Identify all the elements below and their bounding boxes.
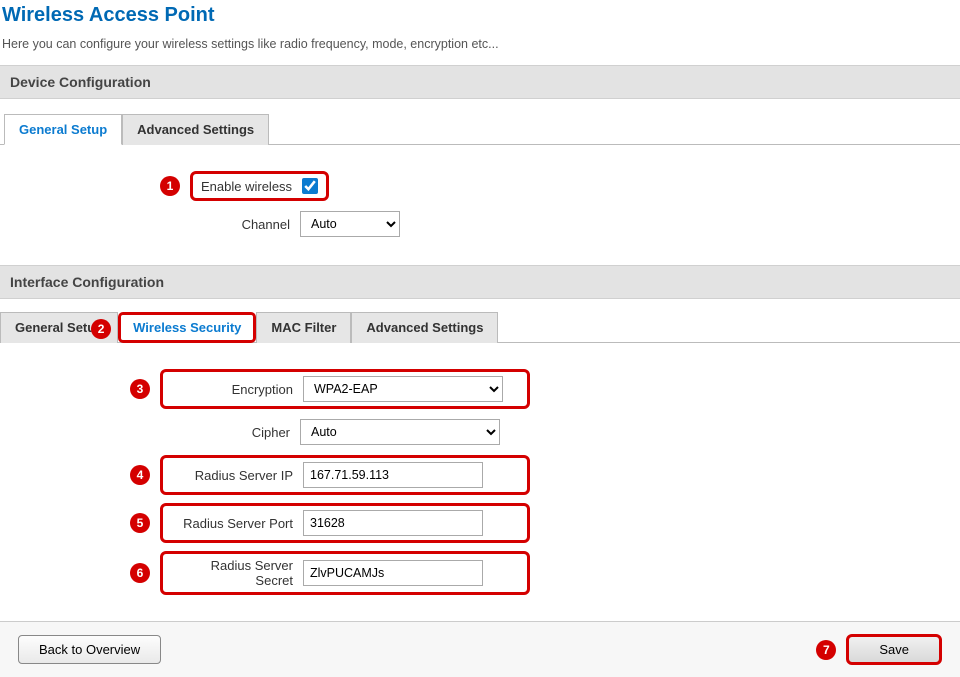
channel-row: Channel Auto [0,209,960,239]
channel-select[interactable]: Auto [300,211,400,237]
radius-port-row: 5 Radius Server Port [0,503,960,543]
encryption-label: Encryption [173,382,303,397]
device-config-header: Device Configuration [0,65,960,99]
radius-secret-row: 6 Radius Server Secret [0,551,960,595]
callout-7: 7 [816,640,836,660]
footer-bar: Back to Overview 7 Save [0,621,960,677]
back-to-overview-button[interactable]: Back to Overview [18,635,161,664]
tab-iface-advanced[interactable]: Advanced Settings [351,312,498,343]
radius-secret-label: Radius Server Secret [173,558,303,588]
tab-wireless-security[interactable]: Wireless Security [118,312,256,343]
tab-general-setup[interactable]: General Setup [4,114,122,145]
enable-wireless-checkbox[interactable] [302,178,318,194]
save-button[interactable]: Save [846,634,942,665]
callout-5: 5 [130,513,150,533]
radius-port-input[interactable] [303,510,483,536]
radius-ip-row: 4 Radius Server IP [0,455,960,495]
interface-config-header: Interface Configuration [0,265,960,299]
tab-iface-general[interactable]: General Setup 2 [0,312,118,343]
device-config-form: 1 Enable wireless Channel Auto [0,145,960,265]
interface-config-tabs: General Setup 2 Wireless Security MAC Fi… [0,299,960,343]
page-description: Here you can configure your wireless set… [0,35,960,65]
interface-config-form: 3 Encryption WPA2-EAP Cipher Auto 4 Radi… [0,343,960,621]
radius-secret-input[interactable] [303,560,483,586]
cipher-select[interactable]: Auto [300,419,500,445]
radius-ip-label: Radius Server IP [173,468,303,483]
tab-advanced-settings[interactable]: Advanced Settings [122,114,269,145]
callout-4: 4 [130,465,150,485]
callout-1: 1 [160,176,180,196]
callout-2: 2 [91,319,111,339]
encryption-select[interactable]: WPA2-EAP [303,376,503,402]
cipher-row: Cipher Auto [0,417,960,447]
radius-ip-input[interactable] [303,462,483,488]
tab-mac-filter[interactable]: MAC Filter [256,312,351,343]
callout-6: 6 [130,563,150,583]
cipher-label: Cipher [0,425,300,440]
enable-wireless-row: 1 Enable wireless [0,171,960,201]
tab-iface-general-label: General Setup [15,320,103,335]
page-title: Wireless Access Point [0,0,960,35]
callout-3: 3 [130,379,150,399]
device-config-tabs: General Setup Advanced Settings [0,99,960,145]
radius-port-label: Radius Server Port [173,516,303,531]
enable-wireless-label: Enable wireless [201,179,302,194]
enable-wireless-callout: Enable wireless [190,171,329,201]
channel-label: Channel [0,217,300,232]
encryption-row: 3 Encryption WPA2-EAP [0,369,960,409]
